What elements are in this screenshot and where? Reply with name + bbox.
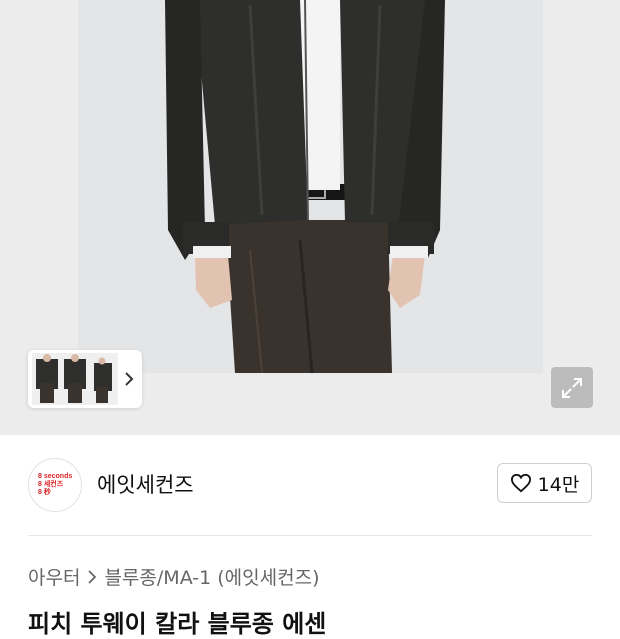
divider	[28, 535, 592, 536]
breadcrumb-category[interactable]: 아우터	[28, 563, 80, 590]
chevron-right-icon	[88, 569, 97, 584]
chevron-right-icon[interactable]	[118, 371, 140, 387]
like-count: 14만	[537, 473, 580, 496]
product-title: 피치 투웨이 칼라 블루종 에센	[28, 610, 327, 638]
breadcrumb-subcategory[interactable]: 블루종/MA-1 (에잇세컨즈)	[104, 563, 319, 590]
store-logo-text-2: 8 세컨즈	[38, 481, 64, 488]
store-logo-text-1: 8 seconds	[38, 473, 73, 480]
expand-button[interactable]	[551, 367, 593, 408]
store-logo[interactable]: 8 seconds 8 세컨즈 8 秒	[28, 458, 82, 512]
product-image-area[interactable]	[0, 0, 620, 435]
thumbnail-strip[interactable]	[28, 350, 142, 408]
expand-icon	[562, 377, 582, 398]
thumbnail-image[interactable]	[32, 353, 118, 405]
heart-icon	[510, 473, 531, 493]
like-button[interactable]: 14만	[497, 463, 592, 503]
breadcrumb: 아우터 블루종/MA-1 (에잇세컨즈)	[28, 563, 319, 590]
store-logo-text-3: 8 秒	[38, 489, 51, 496]
store-name[interactable]: 에잇세컨즈	[97, 469, 194, 499]
